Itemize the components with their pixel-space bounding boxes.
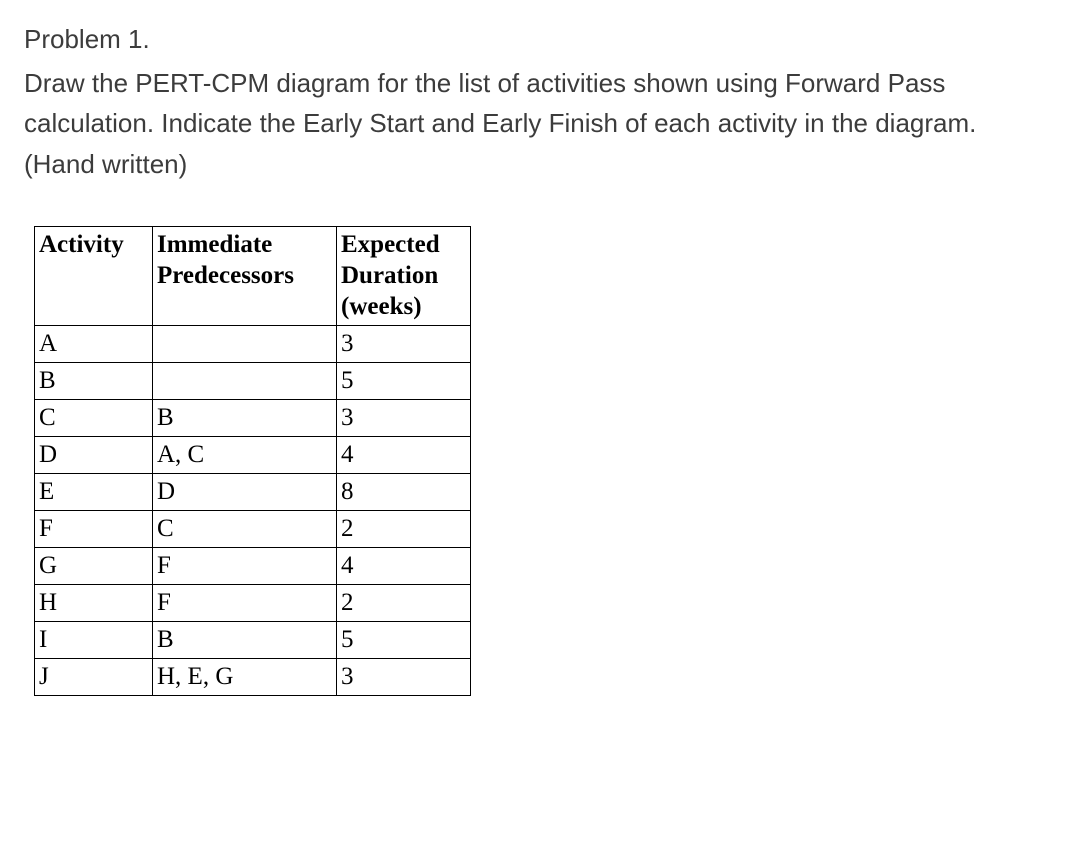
cell-duration: 2 (337, 510, 471, 547)
cell-predecessors: B (153, 399, 337, 436)
header-duration-line2: Duration (341, 262, 438, 289)
table-row: B 5 (35, 362, 587, 399)
table-header-row: Activity Immediate Predecessors Expected… (35, 226, 587, 325)
cell-duration: 3 (337, 399, 471, 436)
cell-duration: 2 (337, 584, 471, 621)
cell-activity: H (35, 584, 153, 621)
cell-extra (471, 621, 587, 658)
table-row: A 3 (35, 325, 587, 362)
cell-predecessors: C (153, 510, 337, 547)
cell-extra (471, 473, 587, 510)
table-row: C B 3 (35, 399, 587, 436)
header-duration-line3: (weeks) (341, 293, 422, 320)
header-predecessors: Immediate Predecessors (153, 226, 337, 325)
cell-predecessors (153, 362, 337, 399)
header-activity-label: Activity (39, 231, 124, 258)
cell-duration: 8 (337, 473, 471, 510)
header-predecessors-line1: Immediate (157, 231, 272, 258)
problem-description: Draw the PERT-CPM diagram for the list o… (24, 63, 1042, 184)
cell-predecessors: B (153, 621, 337, 658)
cell-duration: 4 (337, 547, 471, 584)
header-duration-line1: Expected (341, 231, 440, 258)
cell-activity: G (35, 547, 153, 584)
cell-activity: B (35, 362, 153, 399)
header-activity: Activity (35, 226, 153, 325)
table-row: G F 4 (35, 547, 587, 584)
cell-extra (471, 510, 587, 547)
problem-container: Problem 1. Draw the PERT-CPM diagram for… (24, 20, 1042, 184)
cell-activity: F (35, 510, 153, 547)
cell-activity: I (35, 621, 153, 658)
cell-activity: D (35, 436, 153, 473)
cell-predecessors: F (153, 547, 337, 584)
cell-activity: J (35, 658, 153, 695)
table-row: H F 2 (35, 584, 587, 621)
header-duration: Expected Duration (weeks) (337, 226, 471, 325)
header-predecessors-line2: Predecessors (157, 262, 294, 289)
cell-predecessors (153, 325, 337, 362)
cell-activity: A (35, 325, 153, 362)
cell-predecessors: A, C (153, 436, 337, 473)
cell-extra (471, 325, 587, 362)
cell-predecessors: F (153, 584, 337, 621)
cell-extra (471, 399, 587, 436)
table-row: D A, C 4 (35, 436, 587, 473)
table-row: J H, E, G 3 (35, 658, 587, 695)
cell-predecessors: H, E, G (153, 658, 337, 695)
cell-duration: 3 (337, 325, 471, 362)
table-row: E D 8 (35, 473, 587, 510)
table-body: A 3 B 5 C B 3 D A, C 4 (35, 325, 587, 695)
header-extra-col (471, 226, 587, 325)
cell-duration: 5 (337, 621, 471, 658)
activity-table-container: Activity Immediate Predecessors Expected… (34, 226, 1042, 696)
activity-table: Activity Immediate Predecessors Expected… (34, 226, 587, 696)
cell-predecessors: D (153, 473, 337, 510)
cell-duration: 3 (337, 658, 471, 695)
problem-title: Problem 1. (24, 20, 1042, 59)
cell-activity: E (35, 473, 153, 510)
cell-activity: C (35, 399, 153, 436)
table-row: F C 2 (35, 510, 587, 547)
cell-extra (471, 547, 587, 584)
cell-extra (471, 362, 587, 399)
cell-extra (471, 584, 587, 621)
cell-duration: 4 (337, 436, 471, 473)
cell-duration: 5 (337, 362, 471, 399)
cell-extra (471, 436, 587, 473)
table-row: I B 5 (35, 621, 587, 658)
cell-extra (471, 658, 587, 695)
